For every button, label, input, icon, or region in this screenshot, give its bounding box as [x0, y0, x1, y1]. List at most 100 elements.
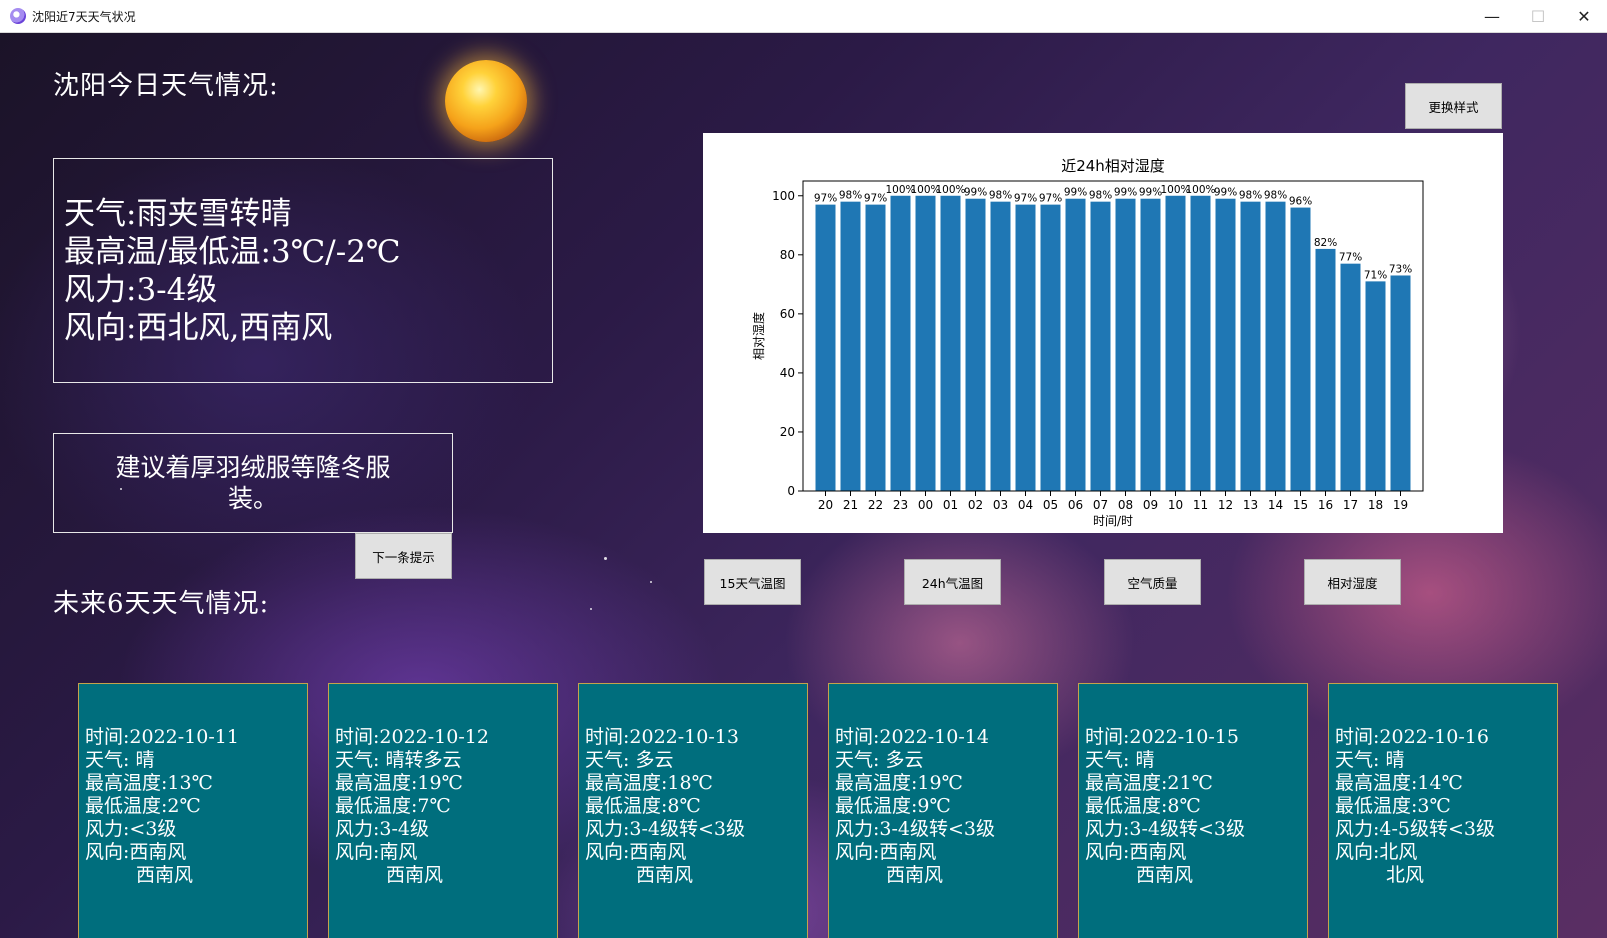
clothing-tip-box: 建议着厚羽绒服等隆冬服装。	[53, 433, 453, 533]
y-axis-label: 相对湿度	[751, 312, 766, 360]
forecast-wind-force: 风力:3-4级转<3级	[835, 818, 996, 840]
bar-data-label: 97%	[814, 193, 837, 205]
bar-data-label: 97%	[1039, 193, 1062, 205]
sparkle-decoration	[650, 581, 652, 583]
sparkle-decoration	[604, 557, 607, 560]
humidity-bar	[1090, 201, 1111, 491]
humidity-bar	[1290, 207, 1311, 492]
x-tick-label: 04	[1018, 498, 1033, 512]
bar-data-label: 96%	[1289, 196, 1312, 208]
forecast-high: 最高温度:18℃	[585, 772, 713, 794]
humidity-chart: 近24h相对湿度 0 20 40 60 80 100 97% 20 98% 21 97% 22 100% 2…	[703, 133, 1503, 533]
forecast-date: 时间:2022-10-16	[1335, 726, 1489, 748]
x-tick-label: 12	[1218, 498, 1233, 512]
bar-data-label: 97%	[864, 193, 887, 205]
today-weather-box: 天气:雨夹雪转晴 最高温/最低温:3℃/-2℃ 风力:3-4级 风向:西北风,西…	[53, 158, 553, 383]
x-tick-label: 03	[993, 498, 1008, 512]
forecast-wind-direction-2: 西南风	[886, 864, 944, 886]
forecast-low: 最低温度:3℃	[1335, 795, 1451, 817]
bar-data-label: 97%	[1014, 193, 1037, 205]
next-tip-button[interactable]: 下一条提示	[355, 533, 452, 579]
humidity-bar	[840, 201, 861, 491]
forecast-wind-force: 风力:3-4级	[335, 818, 429, 840]
forecast-weather: 天气: 晴	[1085, 749, 1155, 771]
15day-temp-chart-button[interactable]: 15天气温图	[704, 559, 801, 605]
close-button[interactable]: ✕	[1561, 0, 1607, 33]
humidity-chart-svg: 近24h相对湿度020406080100 97%2098%2197%22100%2…	[751, 157, 1424, 528]
y-tick-label: 60	[780, 307, 795, 321]
y-tick-label: 40	[780, 366, 795, 380]
forecast-date: 时间:2022-10-15	[1085, 726, 1239, 748]
today-temperature: 最高温/最低温:3℃/-2℃	[64, 234, 401, 270]
x-axis-label: 时间/时	[1093, 514, 1133, 528]
forecast-low: 最低温度:2℃	[85, 795, 201, 817]
humidity-bar	[965, 198, 986, 491]
forecast-high: 最高温度:19℃	[335, 772, 463, 794]
forecast-wind-direction-2: 西南风	[1136, 864, 1194, 886]
forecast-high: 最高温度:21℃	[1085, 772, 1213, 794]
minimize-button[interactable]: —	[1469, 0, 1515, 33]
humidity-bar	[1240, 201, 1261, 491]
sun-icon	[445, 60, 527, 142]
forecast-weather: 天气: 晴	[85, 749, 155, 771]
humidity-bar	[1115, 198, 1136, 491]
humidity-bar	[1140, 198, 1161, 491]
x-tick-label: 15	[1293, 498, 1308, 512]
bar-data-label: 98%	[989, 190, 1012, 202]
x-tick-label: 08	[1118, 498, 1133, 512]
forecast-wind-direction-2: 西南风	[386, 864, 444, 886]
forecast-date: 时间:2022-10-14	[835, 726, 989, 748]
y-tick-label: 80	[780, 248, 795, 262]
bar-data-label: 98%	[1239, 190, 1262, 202]
bar-data-label: 99%	[1139, 187, 1162, 199]
bar-data-label: 99%	[964, 187, 987, 199]
forecast-wind-direction-2: 西南风	[636, 864, 694, 886]
forecast-wind-direction: 风向:南风	[335, 841, 418, 863]
x-tick-label: 21	[843, 498, 858, 512]
forecast-date: 时间:2022-10-13	[585, 726, 739, 748]
humidity-bar	[1065, 198, 1086, 491]
humidity-bar	[1190, 195, 1211, 491]
x-tick-label: 19	[1393, 498, 1408, 512]
bar-data-label: 100%	[935, 184, 965, 196]
forecast-wind-force: 风力:3-4级转<3级	[1085, 818, 1246, 840]
today-weather: 天气:雨夹雪转晴	[64, 196, 292, 232]
forecast-wind-direction: 风向:西南风	[585, 841, 687, 863]
forecast-wind-direction-2: 北风	[1386, 864, 1425, 886]
future-heading: 未来6天天气情况:	[53, 589, 270, 619]
x-tick-label: 16	[1318, 498, 1333, 512]
window-title: 沈阳近7天天气状况	[32, 9, 136, 24]
forecast-high: 最高温度:19℃	[835, 772, 963, 794]
x-tick-label: 20	[818, 498, 833, 512]
humidity-bar	[865, 204, 886, 491]
maximize-button[interactable]: ☐	[1515, 0, 1561, 33]
forecast-date: 时间:2022-10-11	[85, 726, 239, 748]
y-tick-label: 20	[780, 425, 795, 439]
forecast-wind-direction: 风向:西南风	[85, 841, 187, 863]
forecast-low: 最低温度:7℃	[335, 795, 451, 817]
24h-temp-chart-button[interactable]: 24h气温图	[904, 559, 1001, 605]
x-tick-label: 06	[1068, 498, 1083, 512]
humidity-bar	[1390, 275, 1411, 491]
x-tick-label: 11	[1193, 498, 1208, 512]
title-bar: 沈阳近7天天气状况 — ☐ ✕	[0, 0, 1607, 33]
bar-data-label: 99%	[1114, 187, 1137, 199]
humidity-bar	[915, 195, 936, 491]
x-tick-label: 22	[868, 498, 883, 512]
humidity-bar	[1040, 204, 1061, 491]
humidity-button[interactable]: 相对湿度	[1304, 559, 1401, 605]
forecast-card: 时间:2022-10-16 天气: 晴 最高温度:14℃ 最低温度:3℃ 风力:…	[1328, 683, 1558, 938]
humidity-bar	[940, 195, 961, 491]
forecast-high: 最高温度:13℃	[85, 772, 213, 794]
x-tick-label: 09	[1143, 498, 1158, 512]
change-style-button[interactable]: 更换样式	[1405, 83, 1502, 129]
bar-data-label: 73%	[1389, 263, 1412, 275]
x-tick-label: 05	[1043, 498, 1058, 512]
humidity-bar	[1215, 198, 1236, 491]
forecast-wind-force: 风力:3-4级转<3级	[585, 818, 746, 840]
air-quality-button[interactable]: 空气质量	[1104, 559, 1201, 605]
y-tick-label: 100	[772, 189, 795, 203]
forecast-card: 时间:2022-10-11 天气: 晴 最高温度:13℃ 最低温度:2℃ 风力:…	[78, 683, 308, 938]
bar-data-label: 99%	[1064, 187, 1087, 199]
x-tick-label: 18	[1368, 498, 1383, 512]
